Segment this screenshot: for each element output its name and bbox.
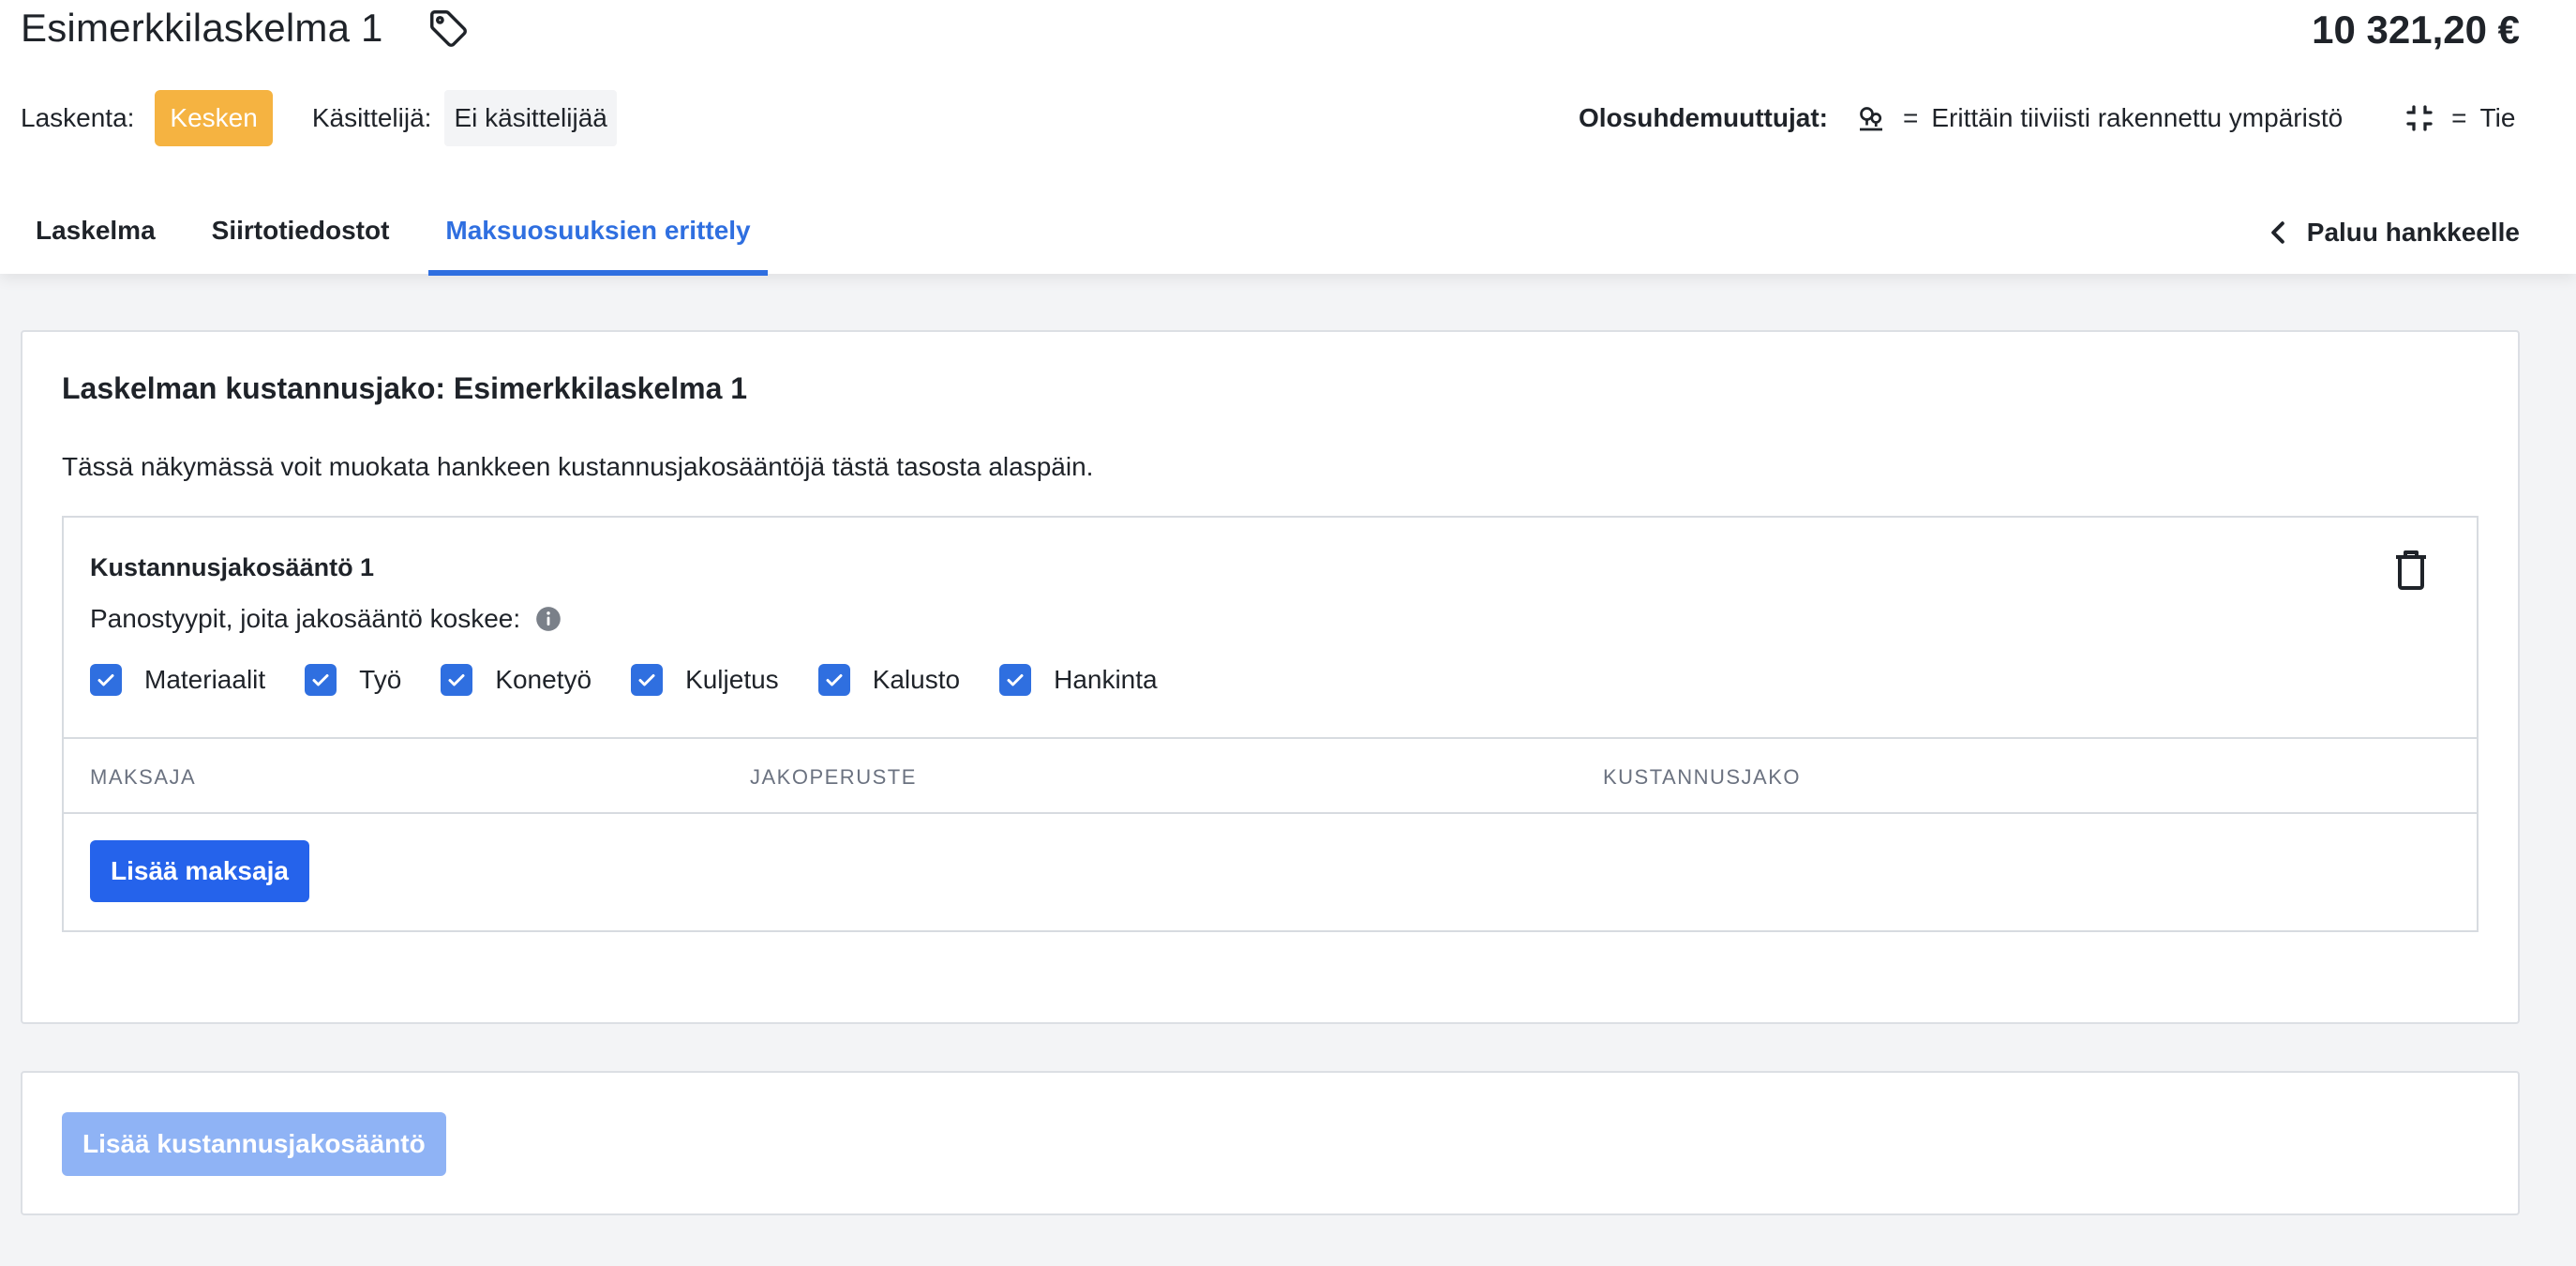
condition-variables: Olosuhdemuuttujat: = Erittäin tiiviisti …	[1579, 90, 2515, 146]
equals-sign: =	[2451, 103, 2467, 132]
checkbox-label: Kuljetus	[685, 665, 779, 694]
checkbox-checked-icon[interactable]	[305, 664, 337, 696]
tab-siirtotiedostot[interactable]: Siirtotiedostot	[195, 193, 407, 276]
checkbox-label: Työ	[359, 665, 402, 694]
calculation-meta: Laskenta: Kesken Käsittelijä: Ei käsitte…	[21, 90, 617, 146]
input-types-row: Panostyypit, joita jakosääntö koskee:	[90, 604, 562, 634]
checkbox-checked-icon[interactable]	[817, 664, 850, 696]
trash-icon	[2396, 550, 2426, 590]
back-link-label: Paluu hankkeelle	[2306, 218, 2520, 247]
status-badge: Kesken	[155, 90, 273, 146]
page-header: Esimerkkilaskelma 1 10 321,20 € Laskenta…	[0, 0, 2576, 276]
dense-buildings-icon	[1854, 101, 1888, 135]
checkbox-label: Materiaalit	[144, 665, 266, 694]
checkbox-checked-icon[interactable]	[90, 664, 122, 696]
checkbox-label: Hankinta	[1054, 665, 1158, 694]
equals-sign: =	[1902, 103, 1919, 132]
back-to-project-link[interactable]: Paluu hankkeelle	[2268, 218, 2520, 248]
tab-bar: Laskelma Siirtotiedostot Maksuosuuksien …	[19, 193, 790, 276]
checkbox-checked-icon[interactable]	[441, 664, 473, 696]
total-amount: 10 321,20 €	[2312, 8, 2520, 52]
input-type-checkboxes: Materiaalit Työ Konetyö Kuljetus Kalusto…	[90, 664, 1197, 696]
delete-rule-button[interactable]	[2392, 548, 2430, 593]
input-types-label: Panostyypit, joita jakosääntö koskee:	[90, 604, 521, 633]
page-title: Esimerkkilaskelma 1	[21, 6, 383, 50]
checkbox-hankinta[interactable]: Hankinta	[999, 664, 1158, 696]
add-cost-split-rule-button[interactable]: Lisää kustannusjakosääntö	[62, 1112, 446, 1176]
tag-icon[interactable]	[427, 7, 470, 50]
road-value: Tie	[2479, 103, 2516, 132]
condition-variable-environment: = Erittäin tiiviisti rakennettu ympärist…	[1854, 101, 2343, 135]
calculation-label: Laskenta:	[21, 103, 135, 132]
info-icon[interactable]	[535, 606, 562, 632]
tab-maksuosuuksien-erittely[interactable]: Maksuosuuksien erittely	[428, 193, 768, 276]
checkbox-checked-icon[interactable]	[631, 664, 664, 696]
column-header-split: KUSTANNUSJAKO	[1603, 765, 1802, 789]
rule-title: Kustannusjakosääntö 1	[90, 553, 375, 581]
checkbox-kalusto[interactable]: Kalusto	[817, 664, 961, 696]
checkbox-checked-icon[interactable]	[999, 664, 1032, 696]
payer-table-header: MAKSAJA JAKOPERUSTE KUSTANNUSJAKO	[64, 737, 2477, 814]
tab-laskelma[interactable]: Laskelma	[19, 193, 172, 276]
road-corners-icon	[2403, 101, 2436, 135]
cost-split-title: Laskelman kustannusjako: Esimerkkilaskel…	[62, 371, 748, 405]
condition-variable-road: = Tie	[2403, 101, 2515, 135]
environment-value: Erittäin tiiviisti rakennettu ympäristö	[1931, 103, 2344, 132]
checkbox-label: Kalusto	[872, 665, 961, 694]
checkbox-konetyo[interactable]: Konetyö	[441, 664, 592, 696]
handler-label: Käsittelijä:	[311, 103, 432, 132]
cost-split-card: Laskelman kustannusjako: Esimerkkilaskel…	[21, 330, 2520, 1024]
cost-split-rule: Kustannusjakosääntö 1 Panostyypit, joita…	[62, 516, 2479, 932]
checkbox-materiaalit[interactable]: Materiaalit	[90, 664, 265, 696]
cost-split-description: Tässä näkymässä voit muokata hankkeen ku…	[62, 452, 1094, 481]
condition-variables-label: Olosuhdemuuttujat:	[1579, 103, 1828, 132]
column-header-payer: MAKSAJA	[90, 765, 197, 789]
title-row: Esimerkkilaskelma 1	[21, 6, 470, 51]
checkbox-label: Konetyö	[495, 665, 592, 694]
handler-select[interactable]: Ei käsittelijää	[444, 90, 617, 146]
add-payer-button[interactable]: Lisää maksaja	[90, 840, 309, 902]
chevron-left-icon	[2270, 221, 2284, 244]
checkbox-kuljetus[interactable]: Kuljetus	[631, 664, 779, 696]
add-rule-card: Lisää kustannusjakosääntö	[21, 1071, 2520, 1215]
column-header-basis: JAKOPERUSTE	[750, 765, 917, 789]
checkbox-tyo[interactable]: Työ	[305, 664, 401, 696]
